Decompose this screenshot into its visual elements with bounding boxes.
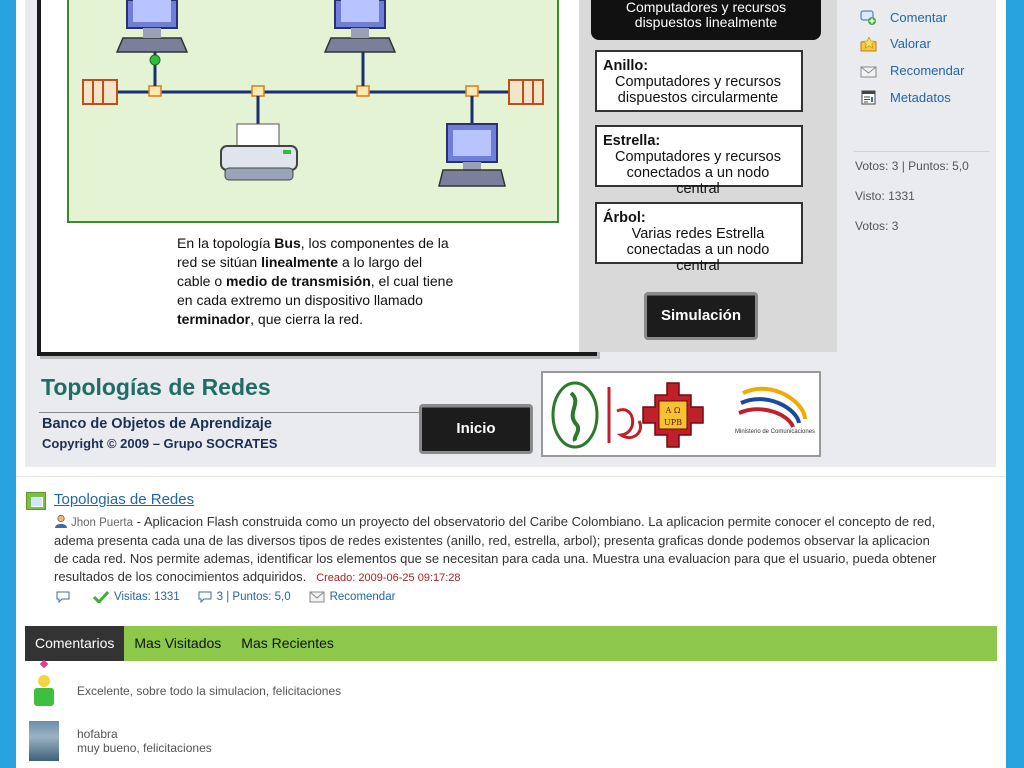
- tab-mas-recientes[interactable]: Mas Recientes: [231, 626, 344, 661]
- envelope-icon: [860, 66, 877, 78]
- banner-copyright: Copyright © 2009 – Grupo SOCRATES: [42, 436, 278, 451]
- comment-bubble-icon: [56, 591, 70, 603]
- comment-item: Excelente, sobre todo la simulacion, fel…: [25, 674, 985, 714]
- item-title-link[interactable]: Topologias de Redes: [54, 491, 194, 508]
- printer-icon: [220, 123, 298, 181]
- item-summary: Topologias de Redes Jhon Puerta - Aplica…: [16, 476, 1006, 617]
- university-seal-logo: [551, 381, 599, 449]
- topology-ring-box[interactable]: Anillo: Computadores y recursos dispuest…: [595, 50, 803, 112]
- envelope-icon: [309, 591, 325, 603]
- institution-logos: Α Ω UPB Ministerio de Comunicaciones: [541, 371, 821, 457]
- bus-diagram: [67, 0, 559, 223]
- flash-object[interactable]: En la topología Bus, los componentes de …: [25, 0, 861, 467]
- tab-mas-visitados[interactable]: Mas Visitados: [124, 626, 231, 661]
- comment-bubble-icon: [198, 591, 212, 603]
- banner-subtitle: Banco de Objetos de Aprendizaje: [42, 416, 272, 432]
- computer-icon: [115, 0, 189, 53]
- votes-points-stat: Votos: 3 | Puntos: 5,0: [855, 159, 969, 173]
- actions-sidebar: Comentar Valorar Recomendar Metadatos Vo…: [846, 0, 996, 467]
- recomendar-link[interactable]: Recomendar: [890, 63, 964, 78]
- page-container: En la topología Bus, los componentes de …: [16, 0, 1006, 768]
- computer-icon: [323, 0, 397, 53]
- svg-text:Ministerio de Comunicaciones: Ministerio de Comunicaciones: [735, 429, 815, 435]
- sidebar-divider: [854, 151, 990, 152]
- svg-text:Α Ω: Α Ω: [665, 406, 681, 415]
- checkmark-icon: [93, 591, 109, 603]
- topology-board: En la topología Bus, los componentes de …: [37, 0, 597, 356]
- recommend-link[interactable]: Recomendar: [309, 591, 395, 603]
- visto-stat: Visto: 1331: [855, 189, 915, 203]
- visits-count: Visitas: 1331: [93, 591, 180, 603]
- ministry-logo: Ministerio de Comunicaciones: [735, 386, 815, 435]
- svg-text:UPB: UPB: [664, 418, 682, 427]
- user-icon: [55, 514, 67, 528]
- banner-divider: [39, 412, 419, 413]
- red-emblem-logo: [607, 387, 642, 443]
- metadata-icon: [861, 90, 876, 105]
- comment-text: Excelente, sobre todo la simulacion, fel…: [77, 684, 342, 698]
- comentar-link[interactable]: Comentar: [890, 10, 947, 25]
- comment-text: muy bueno, felicitaciones: [77, 741, 212, 755]
- star-folder-icon: [860, 37, 877, 52]
- banner-title: Topologías de Redes: [41, 374, 271, 400]
- topology-tree-box[interactable]: Árbol: Varias redes Estrella conectadas …: [595, 202, 803, 274]
- terminator-right-icon: [508, 79, 544, 105]
- comment-add-icon: [860, 10, 876, 25]
- image-icon: [26, 492, 46, 510]
- valorar-link[interactable]: Valorar: [890, 36, 931, 51]
- tabs-bar: Comentarios Mas Visitados Mas Recientes: [25, 626, 997, 661]
- comment-user[interactable]: hofabra: [77, 727, 118, 741]
- item-meta-bar: Visitas: 1331 3 | Puntos: 5,0 Recomendar: [56, 591, 413, 603]
- tab-comentarios[interactable]: Comentarios: [25, 626, 125, 661]
- avatar[interactable]: [29, 721, 59, 761]
- bus-definition-box: Computadores y recursos dispuestos linea…: [591, 0, 821, 40]
- item-description: Jhon Puerta - Aplicacion Flash construid…: [54, 514, 937, 584]
- votos-stat: Votos: 3: [855, 219, 899, 233]
- topology-star-box[interactable]: Estrella: Computadores y recursos conect…: [595, 125, 803, 197]
- default-avatar-icon: [34, 675, 54, 706]
- inicio-button[interactable]: Inicio: [419, 404, 533, 454]
- computer-icon: [438, 123, 506, 187]
- simulacion-button[interactable]: Simulación: [644, 292, 758, 340]
- metadatos-link[interactable]: Metadatos: [890, 90, 951, 105]
- comment-item: hofabra muy bueno, felicitaciones: [25, 721, 985, 765]
- topology-description: En la topología Bus, los componentes de …: [177, 235, 454, 327]
- comment-count[interactable]: [56, 591, 75, 603]
- author-name[interactable]: Jhon Puerta: [71, 517, 133, 529]
- votes-points-count[interactable]: 3 | Puntos: 5,0: [198, 591, 291, 603]
- created-date: Creado: 2009-06-25 09:17:28: [316, 572, 461, 584]
- terminator-left-icon: [82, 79, 118, 105]
- upb-cross-logo: Α Ω UPB: [642, 382, 704, 448]
